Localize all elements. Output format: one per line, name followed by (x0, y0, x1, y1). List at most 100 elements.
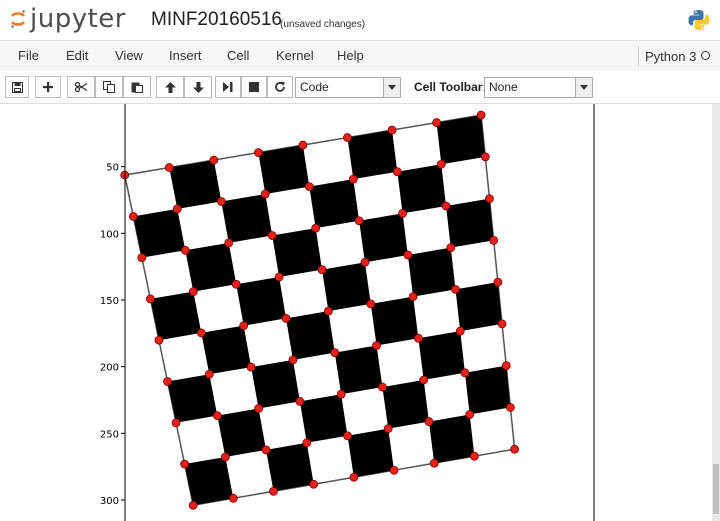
corner-point (372, 341, 381, 350)
corner-point (154, 335, 164, 345)
corner-point (171, 418, 181, 428)
corner-point (311, 223, 321, 233)
chevron-down-icon (575, 78, 592, 97)
checkerboard-square (455, 282, 503, 332)
corner-point (392, 167, 402, 177)
corner-point (288, 355, 298, 365)
insert-cell-button[interactable] (35, 76, 61, 98)
checkerboard-square (347, 130, 398, 180)
corner-point (436, 159, 446, 169)
corner-point (349, 472, 359, 482)
corner-point (309, 479, 319, 489)
corner-point (465, 410, 475, 419)
corner-point (164, 163, 174, 172)
menu-view[interactable]: View (115, 48, 143, 63)
y-tick-label: 200 (100, 363, 119, 374)
restart-kernel-button[interactable] (267, 76, 293, 98)
output-plot: 0 50 100 150 200 250 300 (100, 104, 595, 521)
menu-edit[interactable]: Edit (66, 48, 88, 63)
corner-point (180, 459, 189, 469)
checkerboard-square (436, 115, 486, 165)
corner-point (196, 328, 206, 338)
checkerboard-square (464, 365, 511, 415)
corner-point (441, 201, 451, 211)
menu-cell[interactable]: Cell (227, 48, 249, 63)
checkerboard-square (299, 394, 348, 443)
corner-point (302, 438, 312, 448)
corner-point (470, 451, 479, 461)
checkerboard-square (446, 198, 494, 248)
cell-type-value: Code (300, 80, 329, 94)
menu-help[interactable]: Help (337, 48, 364, 63)
checkerboard-square (359, 213, 408, 263)
corner-point (489, 235, 499, 245)
jupyter-logo[interactable]: jupyter (10, 4, 126, 34)
y-tick-label: 150 (100, 296, 119, 307)
menu-file[interactable]: File (18, 48, 39, 63)
corner-point (501, 361, 511, 371)
corner-point (246, 362, 256, 372)
corner-point (460, 368, 470, 378)
save-button[interactable] (5, 76, 29, 98)
corner-point (269, 486, 278, 496)
checkerboard-square (322, 262, 371, 312)
corner-point (228, 493, 238, 503)
checkerboard-square (221, 194, 273, 243)
checkerboard-square (397, 164, 447, 214)
corner-point (260, 189, 270, 199)
corner-point (220, 452, 230, 462)
run-cell-button[interactable] (215, 76, 241, 98)
jupyter-logo-icon (10, 10, 26, 28)
checkerboard-square (286, 311, 335, 360)
corner-point (383, 424, 393, 434)
corner-point (128, 211, 138, 221)
cell-type-select[interactable]: Code (295, 77, 401, 98)
move-up-button[interactable] (156, 76, 184, 98)
menu-bar: File Edit View Insert Cell Kernel Help P… (0, 40, 720, 72)
cut-button[interactable] (67, 76, 95, 98)
step-forward-icon (223, 82, 233, 92)
corner-point (480, 152, 490, 162)
corner-point (360, 257, 370, 267)
corner-point (180, 245, 190, 255)
corner-point (274, 272, 284, 282)
corner-point (172, 204, 182, 214)
plus-icon (43, 82, 53, 92)
chevron-down-icon (383, 78, 400, 97)
y-tick-label: 100 (100, 229, 119, 240)
corner-point (204, 369, 214, 379)
vertical-scrollbar[interactable] (712, 104, 720, 521)
menu-insert[interactable]: Insert (169, 48, 202, 63)
corner-point (188, 287, 198, 296)
corner-point (209, 155, 219, 165)
corner-point (137, 253, 147, 263)
menu-kernel[interactable]: Kernel (276, 48, 314, 63)
corner-point (239, 321, 249, 331)
y-tick-label: 50 (106, 163, 119, 174)
checkerboard-square (184, 456, 234, 506)
notebook-title[interactable]: MINF20160516 (151, 9, 282, 31)
corner-point (446, 243, 456, 253)
interrupt-button[interactable] (241, 76, 267, 98)
y-tick-label: 250 (100, 429, 119, 440)
corner-point (476, 110, 486, 120)
arrow-up-icon (164, 81, 176, 93)
paste-button[interactable] (123, 76, 151, 98)
corner-point (281, 314, 291, 323)
move-down-button[interactable] (184, 76, 212, 98)
copy-icon (103, 81, 115, 93)
copy-button[interactable] (95, 76, 123, 98)
checkerboard-square (428, 414, 475, 464)
save-status: (unsaved changes) (280, 19, 366, 30)
checkerboard-square (217, 408, 267, 457)
cell-toolbar-value: None (489, 80, 518, 94)
restart-icon (275, 81, 285, 92)
corner-point (451, 284, 460, 294)
corner-point (343, 431, 352, 441)
checkerboard-square (201, 325, 252, 375)
cell-toolbar-select[interactable]: None (484, 77, 593, 98)
jupyter-logo-text: jupyter (30, 4, 126, 34)
scrollbar-thumb[interactable] (713, 464, 719, 514)
checkerboard-square (334, 345, 383, 395)
corner-point (231, 279, 241, 289)
